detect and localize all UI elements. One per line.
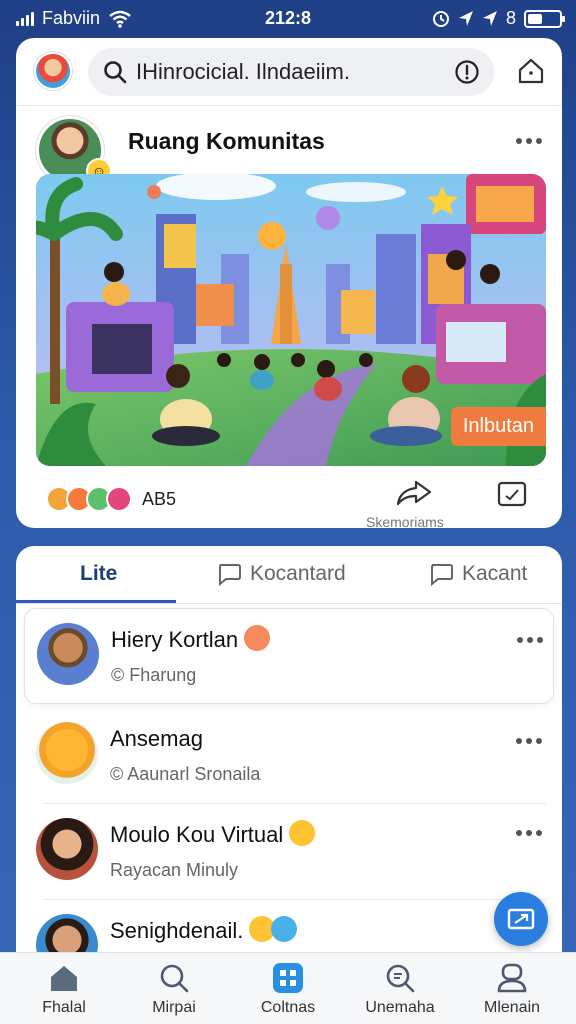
nav-label: Mlenain xyxy=(483,999,541,1016)
more-options-icon[interactable] xyxy=(517,637,545,645)
list-item[interactable]: Ansemag © Aaunarl Sronaila xyxy=(16,708,562,804)
contact-status: © Fharung xyxy=(111,665,197,685)
avatar xyxy=(37,623,99,685)
nav-label: Fhalal xyxy=(42,999,86,1016)
verified-icon xyxy=(271,916,298,943)
contact-name: Ansemag xyxy=(110,726,203,751)
tab-lite[interactable]: Lite xyxy=(80,562,117,586)
post-actions: AB5 Skemoriams xyxy=(16,474,562,528)
tab-label: Kacant xyxy=(462,562,528,585)
home-icon xyxy=(51,966,77,991)
info-icon[interactable] xyxy=(454,59,480,85)
contact-name: Senighdenail. xyxy=(110,916,298,945)
location-icon xyxy=(458,10,473,26)
search-input[interactable]: IHinrocicial. Ilndaeiim. xyxy=(136,59,350,85)
avatar xyxy=(36,818,98,880)
contact-status: Rayacan Minuly xyxy=(110,860,239,880)
tab-label: Kocantard xyxy=(250,562,346,585)
tab-kacant[interactable]: Kacant xyxy=(428,562,527,586)
search-row: IHinrocicial. Ilndaeiim. xyxy=(16,38,562,106)
reaction-icon xyxy=(106,486,132,512)
emoji-icon xyxy=(289,820,316,847)
tab-label: Lite xyxy=(80,562,118,585)
battery-icon xyxy=(524,9,565,28)
user-avatar[interactable] xyxy=(34,52,72,90)
list-item[interactable]: Hiery Kortlan © Fharung xyxy=(24,608,554,704)
contact-name-text: Hiery Kortlan xyxy=(111,627,239,652)
nav-label: Mirpai xyxy=(152,999,196,1016)
nav-messages[interactable]: Unemaha xyxy=(350,963,450,1017)
contact-name: Hiery Kortlan xyxy=(111,625,271,654)
reactions-count: AB5 xyxy=(142,488,177,509)
chat-search-icon xyxy=(386,964,415,993)
more-options-icon[interactable] xyxy=(516,830,544,838)
chat-bubble-icon xyxy=(219,564,241,586)
alarm-icon xyxy=(432,10,449,27)
contact-name-text: Moulo Kou Virtual xyxy=(110,822,284,847)
nav-apps[interactable]: Coltnas xyxy=(238,963,338,1017)
home-icon[interactable] xyxy=(516,56,546,86)
bottom-navigation: Fhalal Mirpai Coltnas Unemaha Mlenain xyxy=(0,952,576,1024)
tab-kocantard[interactable]: Kocantard xyxy=(216,562,346,586)
active-tab-indicator xyxy=(16,600,176,603)
search-bar[interactable]: IHinrocicial. Ilndaeiim. xyxy=(88,48,494,96)
nav-label: Coltnas xyxy=(260,999,316,1016)
nav-search[interactable]: Mirpai xyxy=(124,963,224,1017)
compose-icon xyxy=(507,908,535,930)
search-icon[interactable] xyxy=(102,59,128,85)
comment-icon[interactable] xyxy=(496,480,528,510)
more-options-icon[interactable] xyxy=(516,138,544,146)
grid-app-icon xyxy=(273,963,303,993)
compose-button[interactable] xyxy=(494,892,548,946)
profile-icon xyxy=(497,963,527,993)
nav-profile[interactable]: Mlenain xyxy=(462,963,562,1017)
post-title: Ruang Komunitas xyxy=(128,128,325,154)
share-label: Skemoriams xyxy=(366,514,444,528)
contact-name: Moulo Kou Virtual xyxy=(110,820,316,849)
contact-name-text: Senighdenail. xyxy=(110,918,244,943)
nav-home[interactable]: Fhalal xyxy=(14,963,114,1017)
list-item[interactable]: Moulo Kou Virtual Rayacan Minuly xyxy=(16,804,562,900)
contact-status: © Aaunarl Sronaila xyxy=(110,764,261,784)
status-bar: Fabviin 212:8 8 xyxy=(0,0,576,36)
share-icon[interactable] xyxy=(394,478,434,508)
reactions[interactable]: AB5 xyxy=(46,486,176,512)
chat-bubble-icon xyxy=(431,564,453,586)
location-icon xyxy=(482,10,497,26)
tab-bar: Lite Kocantard Kacant xyxy=(16,546,562,604)
more-options-icon[interactable] xyxy=(516,738,544,746)
nav-label: Unemaha xyxy=(365,999,435,1016)
feed-card: IHinrocicial. Ilndaeiim. ☺ Ruang Komunit… xyxy=(16,38,562,528)
status-glyph: 8 xyxy=(505,8,516,28)
post-image[interactable]: Inlbutan xyxy=(36,174,546,466)
emoji-icon xyxy=(244,625,271,652)
avatar xyxy=(36,722,98,784)
scene-action-button[interactable]: Inlbutan xyxy=(450,407,546,446)
search-icon xyxy=(160,964,189,993)
